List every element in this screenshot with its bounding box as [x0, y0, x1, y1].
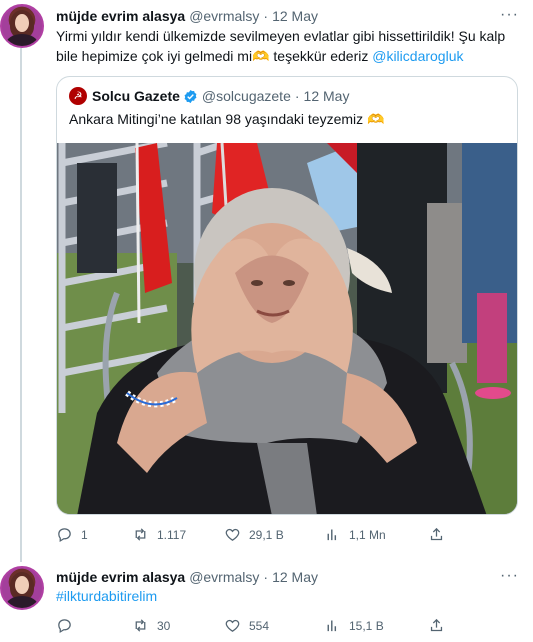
header-separator: ·: [263, 569, 269, 585]
retweet-count-2: 30: [157, 618, 171, 633]
like-heart-icon: [225, 528, 240, 541]
share-icon: [430, 527, 443, 541]
header-separator: ·: [263, 8, 269, 24]
tweet-text-part2: teşekkür ederiz: [269, 48, 373, 64]
like-count-2: 554: [249, 618, 270, 633]
tweet-text: Yirmi yıldır kendi ülkemizde sevilmeyen …: [56, 26, 516, 66]
quote-text-body: Ankara Mitingi’ne katılan 98 yaşındaki t…: [69, 111, 364, 127]
retweet-count: 1.117: [157, 527, 187, 542]
reply-icon: [58, 528, 71, 543]
views-count: 1,1 Mn: [349, 527, 386, 542]
views-count-2: 15,1 B: [349, 618, 384, 633]
avatar-face: [15, 576, 29, 594]
tweet-header: müjde evrim alasya @evrmalsy · 12 May: [56, 8, 318, 24]
reply-button-2[interactable]: [56, 617, 81, 634]
more-options-icon[interactable]: ···: [500, 6, 519, 24]
quote-date[interactable]: 12 May: [304, 88, 350, 104]
tweet-date[interactable]: 12 May: [272, 569, 318, 585]
quote-text: Ankara Mitingi’ne katılan 98 yaşındaki t…: [69, 111, 384, 128]
like-count: 29,1 B: [249, 527, 284, 542]
reply-icon: [58, 619, 71, 634]
like-heart-icon: [225, 619, 240, 632]
share-icon: [430, 618, 443, 632]
author-avatar-2[interactable]: [0, 566, 44, 610]
quote-author-handle[interactable]: @solcugazete: [202, 88, 291, 104]
thread-connector-line: [20, 48, 22, 562]
retweet-button[interactable]: 1.117: [132, 526, 186, 543]
verified-badge-icon: [184, 89, 197, 103]
views-button-2[interactable]: 15,1 B: [324, 617, 384, 634]
like-button[interactable]: 29,1 B: [224, 526, 284, 543]
mention-link[interactable]: @kilicdarogluk: [372, 48, 463, 64]
retweet-icon: [135, 528, 146, 541]
like-button-2[interactable]: 554: [224, 617, 269, 634]
hashtag-link[interactable]: #ilkturdabitirelim: [56, 588, 157, 604]
quote-header: ☭ Solcu Gazete @solcugazete · 12 May: [69, 87, 349, 105]
author-handle[interactable]: @evrmalsy: [189, 569, 259, 585]
retweet-button-2[interactable]: 30: [132, 617, 170, 634]
author-name[interactable]: müjde evrim alasya: [56, 8, 185, 24]
avatar-shoulders: [6, 34, 38, 46]
avatar-face: [15, 14, 29, 32]
views-chart-icon: [327, 529, 337, 541]
tweet2-action-bar: 30 554 15,1 B: [56, 617, 456, 637]
tweet-date[interactable]: 12 May: [272, 8, 318, 24]
more-options-icon-2[interactable]: ···: [500, 567, 519, 585]
quote-header-separator: ·: [294, 88, 300, 104]
quote-heart-hands-emoji: 🫶: [367, 111, 385, 127]
quote-author-avatar[interactable]: ☭: [69, 87, 87, 105]
avatar-shoulders: [6, 596, 38, 608]
author-avatar[interactable]: [0, 4, 44, 48]
views-chart-icon: [327, 620, 337, 632]
share-button[interactable]: [428, 526, 453, 543]
quoted-tweet-card[interactable]: ☭ Solcu Gazete @solcugazete · 12 May Ank…: [56, 76, 518, 515]
views-button[interactable]: 1,1 Mn: [324, 526, 386, 543]
reply-count: 1: [81, 527, 88, 542]
heart-hands-emoji: 🫶: [252, 48, 270, 64]
tweet2-text: #ilkturdabitirelim: [56, 588, 157, 604]
share-button-2[interactable]: [428, 617, 453, 634]
tweet2-header: müjde evrim alasya @evrmalsy · 12 May: [56, 569, 318, 585]
quote-author-name[interactable]: Solcu Gazete: [92, 88, 180, 104]
author-name[interactable]: müjde evrim alasya: [56, 569, 185, 585]
reply-button[interactable]: 1: [56, 526, 88, 543]
retweet-icon: [135, 619, 146, 632]
author-handle[interactable]: @evrmalsy: [189, 8, 259, 24]
rally-photo[interactable]: [57, 143, 518, 515]
tweet1-action-bar: 1 1.117 29,1 B 1,1 Mn: [56, 526, 456, 546]
